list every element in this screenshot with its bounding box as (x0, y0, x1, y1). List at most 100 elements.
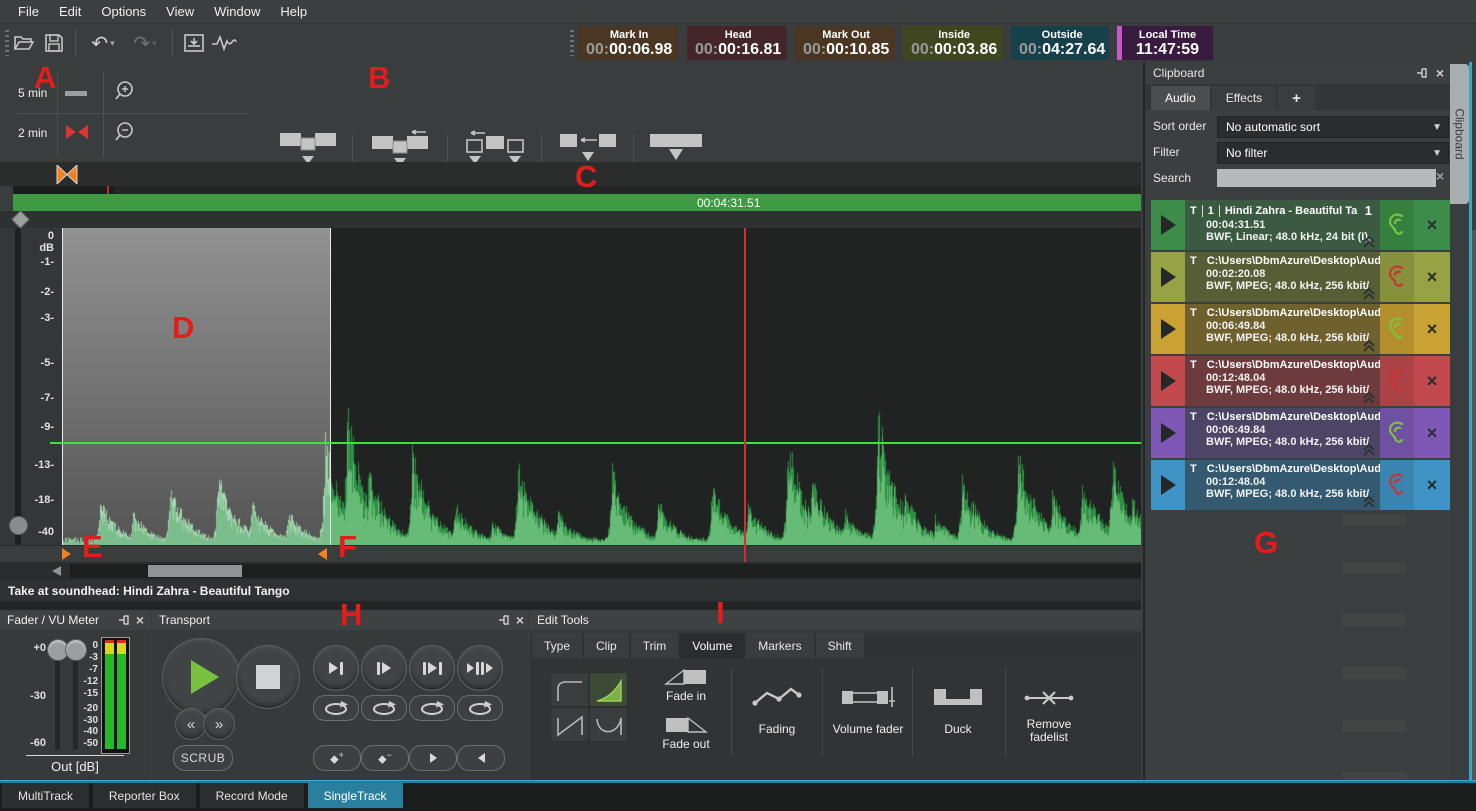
scroll-left-arrow[interactable] (52, 566, 61, 576)
menu-view[interactable]: View (156, 1, 204, 22)
loop-4-button[interactable] (457, 695, 503, 721)
scrub-button[interactable]: SCRUB (173, 745, 233, 771)
take-duration-bar[interactable]: 00:04:31.51 (13, 194, 1141, 211)
tab-clip[interactable]: Clip (584, 633, 629, 658)
zoom-out-button[interactable] (112, 121, 136, 145)
listen-button[interactable] (1380, 460, 1414, 510)
chevron-double-up-icon[interactable] (1362, 340, 1376, 352)
close-icon[interactable]: × (1432, 65, 1448, 81)
right-scroll-strip[interactable] (1472, 230, 1476, 780)
scrollbar-thumb[interactable] (148, 565, 242, 577)
overview-viewport[interactable] (13, 186, 115, 194)
open-file-button[interactable] (9, 29, 39, 57)
fade-curve-exp-button[interactable] (589, 672, 628, 707)
chevron-double-up-icon[interactable] (1362, 392, 1376, 404)
tab-effects[interactable]: Effects (1212, 86, 1276, 110)
play-to-mark-button[interactable] (313, 645, 359, 691)
menu-edit[interactable]: Edit (49, 1, 91, 22)
remove-marker-button[interactable]: ◆− (361, 745, 409, 771)
tab-singletrack[interactable]: SingleTrack (308, 783, 403, 808)
mark-in-triangle-icon[interactable] (62, 548, 71, 560)
chevron-double-up-icon[interactable] (1362, 444, 1376, 456)
clipboard-item-6[interactable]: TC:\Users\DbmAzure\Desktop\Aud 00:12:48.… (1151, 460, 1450, 510)
undo-dropdown-caret[interactable]: ▾ (110, 38, 115, 49)
play-button[interactable] (162, 638, 240, 716)
close-icon[interactable]: × (512, 612, 528, 628)
menu-help[interactable]: Help (270, 1, 317, 22)
play-button[interactable] (1151, 304, 1185, 354)
cl ip-info[interactable]: TC:\Users\DbmAzure\Desktop\Aud 00:06:49.… (1185, 408, 1380, 458)
next-marker-button[interactable] (409, 745, 457, 771)
close-icon[interactable]: × (132, 612, 148, 628)
skip-forward-button[interactable]: » (203, 708, 235, 740)
import-button[interactable] (179, 29, 209, 57)
pin-icon[interactable] (1414, 65, 1430, 81)
chevron-double-up-icon[interactable] (1362, 288, 1376, 300)
marker-lane[interactable] (0, 211, 1141, 228)
tab-shift[interactable]: Shift (816, 633, 864, 658)
add-marker-button[interactable]: ◆+ (313, 745, 361, 771)
menu-options[interactable]: Options (91, 1, 156, 22)
play-button[interactable] (1151, 356, 1185, 406)
clipboard-item-5[interactable]: TC:\Users\DbmAzure\Desktop\Aud 00:06:49.… (1151, 408, 1450, 458)
clipboard-titlebar[interactable]: Clipboard × (1145, 62, 1450, 84)
fade-curve-scurve-button[interactable] (589, 707, 628, 742)
stop-button[interactable] (236, 645, 300, 709)
audio-pulse-button[interactable] (209, 29, 239, 57)
clipboard-item-4[interactable]: TC:\Users\DbmAzure\Desktop\Aud 00:12:48.… (1151, 356, 1450, 406)
clipboard-side-tab[interactable]: Clipboard (1450, 64, 1469, 204)
pin-icon[interactable] (116, 612, 132, 628)
duck-button[interactable]: Duck (916, 685, 1000, 736)
clipboard-item-2[interactable]: TC:\Users\DbmAzure\Desktop\Aud 00:02:20.… (1151, 252, 1450, 302)
clip-info[interactable]: T1Hindi Zahra - Beautiful Ta1 00:04:31.5… (1185, 200, 1380, 250)
fader-track-left[interactable] (55, 650, 60, 750)
search-input[interactable] (1217, 169, 1436, 187)
undo-button[interactable]: ↶ ▾ (82, 29, 124, 57)
clip-info[interactable]: TC:\Users\DbmAzure\Desktop\Aud 00:02:20.… (1185, 252, 1380, 302)
bowtie-marker-icon[interactable] (56, 165, 78, 184)
clip-info[interactable]: TC:\Users\DbmAzure\Desktop\Aud 00:12:48.… (1185, 356, 1380, 406)
remove-clip-button[interactable]: × (1414, 356, 1450, 406)
play-button[interactable] (1151, 408, 1185, 458)
remove-clip-button[interactable]: × (1414, 460, 1450, 510)
play-button[interactable] (1151, 200, 1185, 250)
listen-button[interactable] (1380, 408, 1414, 458)
clip-info[interactable]: TC:\Users\DbmAzure\Desktop\Aud 00:12:48.… (1185, 460, 1380, 510)
edit-marker-lane[interactable] (0, 545, 1141, 563)
play-from-mark-button[interactable] (361, 645, 407, 691)
listen-button[interactable] (1380, 200, 1414, 250)
zoom-fit-button[interactable] (65, 124, 89, 140)
clipboard-item-1[interactable]: T1Hindi Zahra - Beautiful Ta1 00:04:31.5… (1151, 200, 1450, 250)
zoom-range-bar-icon[interactable] (65, 91, 87, 96)
play-between-marks-button[interactable] (409, 645, 455, 691)
loop-1-button[interactable] (313, 695, 359, 721)
remove-clip-button[interactable]: × (1414, 304, 1450, 354)
sort-order-dropdown[interactable]: No automatic sort ▼ (1217, 116, 1449, 138)
tab-multitrack[interactable]: MultiTrack (2, 783, 89, 808)
tab-volume[interactable]: Volume (680, 633, 744, 658)
fader-panel-titlebar[interactable]: Fader / VU Meter × (0, 610, 150, 630)
remove-clip-button[interactable]: × (1414, 408, 1450, 458)
save-button[interactable] (39, 29, 69, 57)
fade-curve-linear-button[interactable] (550, 707, 589, 742)
redo-button[interactable]: ↷ ▾ (124, 29, 166, 57)
play-button[interactable] (1151, 460, 1185, 510)
play-button[interactable] (1151, 252, 1185, 302)
waveform-canvas[interactable] (62, 228, 1141, 545)
tab-record-mode[interactable]: Record Mode (200, 783, 304, 808)
clear-search-icon[interactable]: × (1436, 168, 1444, 184)
playhead-cursor[interactable] (744, 228, 746, 562)
filter-dropdown[interactable]: No filter ▼ (1217, 142, 1449, 164)
clipboard-item-3[interactable]: TC:\Users\DbmAzure\Desktop\Aud 00:06:49.… (1151, 304, 1450, 354)
edit-tools-titlebar[interactable]: Edit Tools (530, 610, 1141, 630)
fade-in-button[interactable]: Fade in (642, 666, 730, 710)
fade-out-button[interactable]: Fade out (642, 714, 730, 758)
diamond-marker-icon[interactable] (11, 210, 29, 228)
marker-ruler[interactable] (0, 162, 1141, 186)
loop-2-button[interactable] (361, 695, 407, 721)
volume-fader-button[interactable]: Volume fader (824, 685, 912, 736)
tab-add[interactable]: + (1278, 86, 1315, 110)
fading-button[interactable]: Fading (736, 685, 818, 736)
tab-trim[interactable]: Trim (631, 633, 679, 658)
listen-button[interactable] (1380, 304, 1414, 354)
